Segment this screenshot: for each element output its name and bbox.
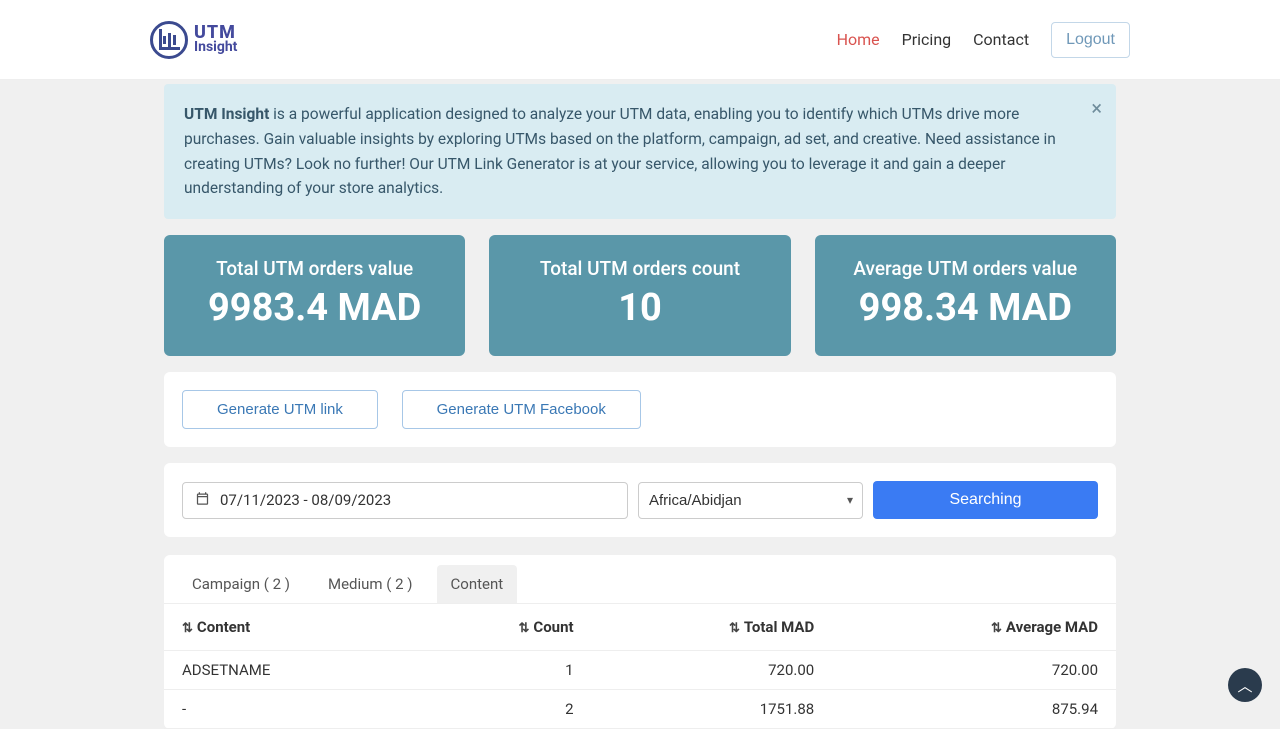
stat-avg-value: Average UTM orders value 998.34 MAD <box>815 235 1116 356</box>
search-button[interactable]: Searching <box>873 481 1098 519</box>
stat-value: 10 <box>499 286 780 330</box>
cell-total: 1751.88 <box>592 690 833 729</box>
generate-utm-facebook-button[interactable]: Generate UTM Facebook <box>402 390 641 429</box>
cell-average: 875.94 <box>832 690 1116 729</box>
tab-content[interactable]: Content <box>437 565 518 603</box>
logout-button[interactable]: Logout <box>1051 22 1130 58</box>
logo-icon <box>150 21 188 59</box>
cell-content: - <box>164 690 411 729</box>
stat-total-value: Total UTM orders value 9983.4 MAD <box>164 235 465 356</box>
generate-utm-link-button[interactable]: Generate UTM link <box>182 390 378 429</box>
stat-value: 9983.4 MAD <box>174 286 455 330</box>
cell-average: 720.00 <box>832 651 1116 690</box>
stat-label: Total UTM orders value <box>174 257 455 280</box>
close-icon[interactable]: × <box>1091 98 1102 118</box>
nav-links: Home Pricing Contact Logout <box>837 22 1130 58</box>
col-count[interactable]: ⇅Count <box>411 604 592 651</box>
table-row: ADSETNAME 1 720.00 720.00 <box>164 651 1116 690</box>
col-total[interactable]: ⇅Total MAD <box>592 604 833 651</box>
cell-count: 2 <box>411 690 592 729</box>
sort-icon: ⇅ <box>518 621 529 636</box>
cell-total: 720.00 <box>592 651 833 690</box>
stat-value: 998.34 MAD <box>825 286 1106 330</box>
alert-bold: UTM Insight <box>184 105 269 123</box>
chevron-up-icon: ︿ <box>1237 675 1252 696</box>
brand-logo: UTM Insight <box>150 21 237 59</box>
sort-icon: ⇅ <box>991 621 1002 636</box>
nav-pricing[interactable]: Pricing <box>902 30 952 49</box>
alert-text: is a powerful application designed to an… <box>184 105 1056 197</box>
cell-content: ADSETNAME <box>164 651 411 690</box>
top-navbar: UTM Insight Home Pricing Contact Logout <box>0 0 1280 80</box>
results-panel: Campaign ( 2 ) Medium ( 2 ) Content ⇅Con… <box>164 555 1116 729</box>
col-content[interactable]: ⇅Content <box>164 604 411 651</box>
nav-home[interactable]: Home <box>837 30 880 49</box>
sort-icon: ⇅ <box>729 621 740 636</box>
tab-campaign[interactable]: Campaign ( 2 ) <box>178 565 304 603</box>
info-alert: UTM Insight is a powerful application de… <box>164 84 1116 219</box>
sort-icon: ⇅ <box>182 621 193 636</box>
table-row: - 2 1751.88 875.94 <box>164 690 1116 729</box>
timezone-select[interactable]: Africa/Abidjan <box>638 482 863 519</box>
stat-total-count: Total UTM orders count 10 <box>489 235 790 356</box>
date-range-input[interactable]: 07/11/2023 - 08/09/2023 <box>182 482 628 519</box>
results-table: ⇅Content ⇅Count ⇅Total MAD ⇅Average MAD … <box>164 603 1116 729</box>
brand-line2: Insight <box>194 41 237 54</box>
filter-panel: 07/11/2023 - 08/09/2023 Africa/Abidjan S… <box>164 463 1116 537</box>
col-average[interactable]: ⇅Average MAD <box>832 604 1116 651</box>
generate-panel: Generate UTM link Generate UTM Facebook <box>164 372 1116 447</box>
cell-count: 1 <box>411 651 592 690</box>
nav-contact[interactable]: Contact <box>973 30 1029 49</box>
scroll-top-button[interactable]: ︿ <box>1228 668 1262 702</box>
stats-row: Total UTM orders value 9983.4 MAD Total … <box>164 235 1116 356</box>
tabs: Campaign ( 2 ) Medium ( 2 ) Content <box>164 555 1116 603</box>
calendar-icon <box>195 491 210 510</box>
tab-medium[interactable]: Medium ( 2 ) <box>314 565 427 603</box>
date-range-value: 07/11/2023 - 08/09/2023 <box>220 491 391 509</box>
stat-label: Total UTM orders count <box>499 257 780 280</box>
stat-label: Average UTM orders value <box>825 257 1106 280</box>
